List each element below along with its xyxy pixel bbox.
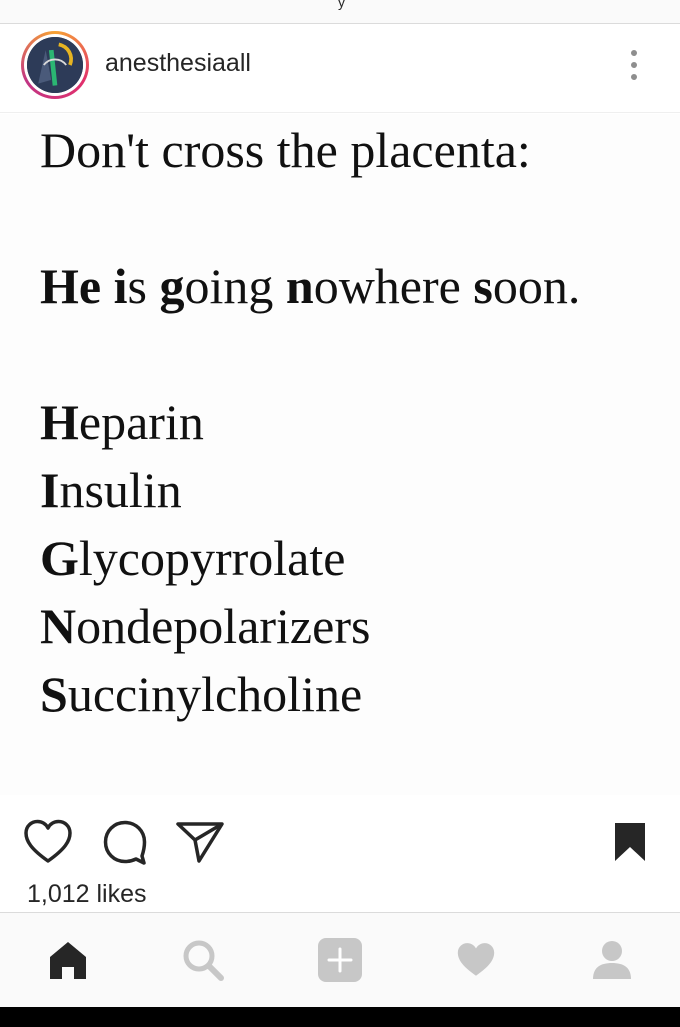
post-header: anesthesiaall — [0, 25, 680, 113]
system-navigation-bar — [0, 1007, 680, 1027]
profile-picture-icon — [27, 37, 83, 93]
drug-item-nondepolarizers: Nondepolarizers — [40, 598, 371, 654]
drug-item-glycopyrrolate: Glycopyrrolate — [40, 530, 346, 586]
post-username[interactable]: anesthesiaall — [105, 49, 251, 78]
post-actions — [0, 796, 680, 876]
search-icon[interactable] — [178, 935, 228, 985]
status-bar-glyph: y — [338, 0, 345, 10]
drug-item-succinylcholine: Succinylcholine — [40, 666, 363, 722]
image-mnemonic: He is going nowhere soon. — [40, 258, 581, 314]
comment-icon[interactable] — [99, 816, 151, 868]
share-icon[interactable] — [174, 816, 226, 868]
drug-item-heparin: Heparin — [40, 394, 204, 450]
home-icon[interactable] — [43, 935, 93, 985]
likes-count[interactable]: 1,012 likes — [27, 880, 147, 909]
add-icon[interactable] — [315, 935, 365, 985]
avatar[interactable] — [21, 31, 89, 99]
profile-icon[interactable] — [587, 935, 637, 985]
more-vertical-icon[interactable] — [620, 47, 648, 83]
image-title: Don't cross the placenta: — [40, 122, 531, 178]
drug-item-insulin: Insulin — [40, 462, 182, 518]
like-icon[interactable] — [22, 816, 74, 868]
status-bar: y — [0, 0, 680, 24]
activity-heart-icon[interactable] — [451, 935, 501, 985]
save-icon[interactable] — [604, 816, 656, 868]
bottom-navigation — [0, 912, 680, 1007]
post-image[interactable]: Don't cross the placenta: He is going no… — [0, 114, 680, 795]
